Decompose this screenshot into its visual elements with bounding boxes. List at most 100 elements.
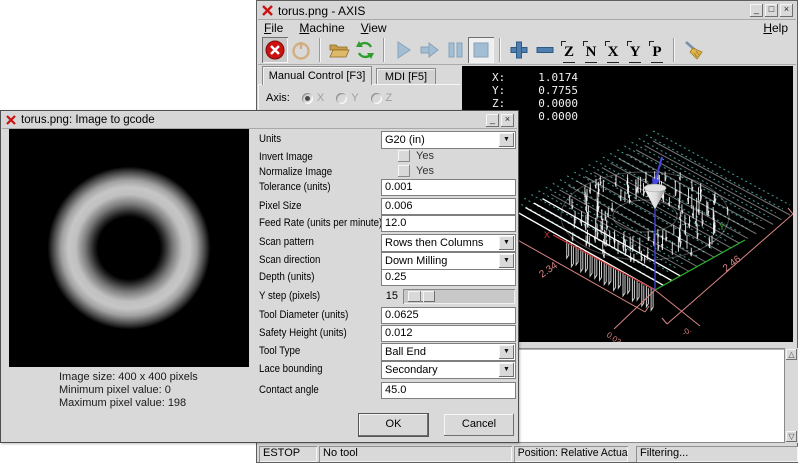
image-to-gcode-dialog: torus.png: Image to gcode _ × Image size… — [0, 110, 519, 443]
bracket-mark-icon — [649, 41, 654, 46]
field-scan-direction-value: Down Milling — [385, 255, 447, 267]
field-label-tolerance: Tolerance (units) — [259, 181, 331, 193]
menu-item-help[interactable]: Help — [763, 21, 788, 35]
dro-label: Y: — [484, 84, 524, 97]
estop-icon — [264, 39, 286, 61]
toolbar-separator — [319, 38, 321, 62]
machine-power-button[interactable] — [288, 37, 314, 63]
axis-radio-z[interactable] — [371, 93, 382, 104]
field-safety-height-input[interactable]: 0.012 — [381, 325, 516, 342]
estop-button[interactable] — [262, 37, 288, 63]
dro-line: Y:0.7755 — [484, 84, 578, 97]
view-y-button[interactable]: Y — [624, 37, 646, 63]
dro-value: 1.0174 — [524, 71, 578, 84]
svg-text:2.34: 2.34 — [537, 260, 560, 280]
clear-plot-button[interactable] — [680, 37, 706, 63]
view-x-button[interactable]: X — [602, 37, 624, 63]
field-y-step-slider[interactable] — [403, 289, 515, 304]
axis-radio-y[interactable] — [336, 93, 347, 104]
dro-value: 0.7755 — [524, 84, 578, 97]
view-letter: X — [607, 43, 620, 63]
field-scan-pattern-select[interactable]: Rows then Columns▼ — [381, 234, 516, 252]
menu-item-file[interactable]: File — [264, 21, 283, 35]
broom-icon — [682, 39, 704, 61]
axis-toolbar: ZNXYP — [258, 36, 796, 65]
image-info-line: Minimum pixel value: 0 — [59, 384, 198, 397]
gcode-scrollbar[interactable]: △ ▽ — [785, 348, 798, 443]
field-tool-type-value: Ball End — [385, 346, 426, 358]
field-depth-input[interactable]: 0.25 — [381, 269, 516, 286]
field-scan-direction-select[interactable]: Down Milling▼ — [381, 252, 516, 270]
dialog-titlebar[interactable]: torus.png: Image to gcode _ × — [2, 112, 517, 129]
tab-mdi[interactable]: MDI [F5] — [376, 68, 436, 85]
dro-value: 0.0000 — [524, 110, 578, 123]
run-button[interactable] — [390, 37, 416, 63]
cancel-button[interactable]: Cancel — [444, 414, 514, 436]
status-position: Position: Relative Actual — [514, 446, 628, 462]
dro-label: Z: — [484, 97, 524, 110]
bracket-mark-icon — [627, 41, 632, 46]
field-pixel-size-input[interactable]: 0.006 — [381, 198, 516, 215]
dialog-minimize-button[interactable]: _ — [486, 114, 499, 127]
field-tolerance-input[interactable]: 0.001 — [381, 179, 516, 196]
field-lace-bounding-value: Secondary — [385, 364, 438, 376]
close-button[interactable]: × — [780, 4, 793, 17]
field-label-scan-pattern: Scan pattern — [259, 236, 314, 248]
axis-radio-x[interactable] — [302, 93, 313, 104]
menu-item-machine[interactable]: Machine — [299, 21, 344, 35]
view-letter: Z — [563, 43, 575, 63]
pause-button[interactable] — [442, 37, 468, 63]
stop-icon — [470, 39, 492, 61]
ok-button[interactable]: OK — [359, 414, 428, 436]
field-tool-type-select[interactable]: Ball End▼ — [381, 343, 516, 361]
plus-icon — [508, 39, 530, 61]
axis-titlebar[interactable]: torus.png - AXIS _ □ × — [258, 2, 796, 20]
field-label-safety-height: Safety Height (units) — [259, 327, 347, 339]
svg-text:0.02: 0.02 — [605, 330, 623, 342]
image-info-line: Maximum pixel value: 198 — [59, 397, 198, 410]
chevron-down-icon: ▼ — [499, 133, 514, 147]
field-lace-bounding-select[interactable]: Secondary▼ — [381, 361, 516, 379]
field-contact-angle-input[interactable]: 45.0 — [381, 382, 516, 399]
dialog-close-button[interactable]: × — [501, 114, 514, 127]
field-label-scan-direction: Scan direction — [259, 254, 320, 266]
field-tool-diameter-input[interactable]: 0.0625 — [381, 307, 516, 324]
reload-button[interactable] — [352, 37, 378, 63]
field-normalize-image-checkbox[interactable] — [398, 165, 410, 177]
field-invert-image-checkbox[interactable] — [398, 150, 410, 162]
toolbar-separator — [673, 38, 675, 62]
scrollbar-up-button[interactable]: △ — [786, 349, 797, 360]
scrollbar-down-button[interactable]: ▽ — [786, 431, 797, 442]
field-label-lace-bounding: Lace bounding — [259, 363, 323, 375]
maximize-button[interactable]: □ — [765, 4, 778, 17]
field-y-step-value: 15 — [380, 290, 398, 302]
view-letter: Y — [629, 43, 642, 63]
source-image — [9, 129, 249, 367]
field-label-depth: Depth (units) — [259, 271, 314, 283]
stop-button[interactable] — [468, 37, 494, 63]
slider-handle[interactable] — [408, 291, 435, 302]
axis-menubar: File Machine View Help — [258, 21, 796, 35]
field-feed-rate-input[interactable]: 12.0 — [381, 215, 516, 232]
status-filtering: Filtering... — [636, 446, 798, 462]
step-button[interactable] — [416, 37, 442, 63]
chevron-down-icon: ▼ — [499, 236, 514, 250]
svg-text:-0.: -0. — [681, 325, 694, 337]
zoom-out-button[interactable] — [532, 37, 558, 63]
tab-manual-control[interactable]: Manual Control [F3] — [262, 66, 372, 85]
view-p-button[interactable]: P — [646, 37, 668, 63]
view-n-button[interactable]: N — [580, 37, 602, 63]
zoom-in-button[interactable] — [506, 37, 532, 63]
dialog-app-icon — [5, 114, 17, 126]
axis-radio-group: XYZ — [290, 92, 392, 104]
field-units-select[interactable]: G20 (in)▼ — [381, 131, 516, 149]
power-icon — [290, 39, 312, 61]
axis-radio-label-x: X — [317, 92, 324, 104]
play-icon — [392, 39, 414, 61]
svg-text:2.46: 2.46 — [721, 253, 743, 274]
minimize-button[interactable]: _ — [750, 4, 763, 17]
menu-item-view[interactable]: View — [361, 21, 387, 35]
view-z-button[interactable]: Z — [558, 37, 580, 63]
dro-value: 0.0000 — [524, 97, 578, 110]
open-file-button[interactable] — [326, 37, 352, 63]
